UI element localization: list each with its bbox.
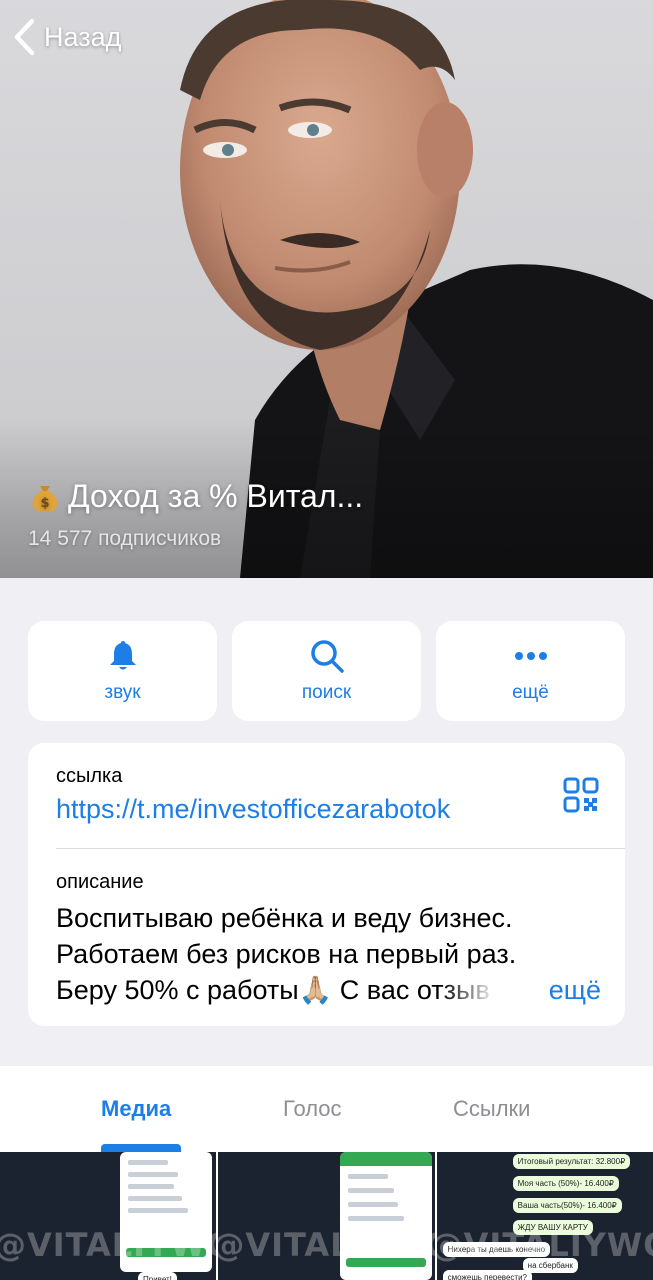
mute-button[interactable]: звук (28, 621, 217, 721)
chevron-left-icon (14, 18, 35, 56)
channel-title-text: Доход за % Витал... (68, 478, 364, 514)
more-button[interactable]: ещё (436, 621, 625, 721)
search-icon (310, 640, 344, 673)
money-bag-icon: $ (32, 485, 58, 512)
tab-voice[interactable]: Голос (283, 1096, 342, 1122)
media-thumbnail[interactable]: Итоговый результат: 32.800₽ Моя часть (5… (436, 1152, 653, 1280)
channel-info-card: ссылка https://t.me/investofficezaraboto… (28, 743, 625, 1026)
chat-bubble: Ваша часть(50%)- 16.400₽ (512, 1198, 622, 1213)
description-caption: описание (56, 871, 144, 893)
description-line: Работаем без рисков на первый раз. (56, 939, 517, 969)
chat-bubble: сможешь перевести? (442, 1270, 532, 1280)
media-grid: Привет! @VITALIYWORK @VITALIYWORK Итогов… (0, 1152, 653, 1280)
subscriber-count: 14 577 подписчиков (28, 527, 222, 550)
more-label: ещё (512, 682, 549, 703)
channel-link[interactable]: https://t.me/investofficezarabotok (56, 794, 450, 825)
back-label: Назад (44, 21, 122, 52)
tab-media[interactable]: Медиа (101, 1096, 171, 1122)
watermark: @VITALIYWORK (0, 1226, 216, 1264)
chat-bubble: Моя часть (50%)- 16.400₽ (512, 1176, 619, 1191)
action-buttons: звук поиск ещё (28, 621, 625, 721)
back-button[interactable]: Назад (12, 18, 121, 56)
description-fade: ещё (441, 972, 601, 1008)
description-line: Воспитываю ребёнка и веду бизнес. (56, 903, 513, 933)
description-text: Воспитываю ребёнка и веду бизнес. Работа… (56, 900, 601, 1008)
channel-title: $ Доход за % Витал... (28, 478, 363, 515)
media-tabs: Медиа Голос Ссылки (0, 1066, 653, 1152)
chat-bubble: Итоговый результат: 32.800₽ (512, 1154, 631, 1169)
tab-links[interactable]: Ссылки (453, 1096, 530, 1122)
channel-title-block: $ Доход за % Витал... 14 577 подписчиков (28, 478, 363, 551)
watermark: @VITALIYWORK (218, 1226, 434, 1264)
link-row: ссылка https://t.me/investofficezaraboto… (56, 765, 450, 825)
link-caption: ссылка (56, 765, 123, 787)
search-button[interactable]: поиск (232, 621, 421, 721)
description-row: описание Воспитываю ребёнка и веду бизне… (56, 871, 601, 1008)
search-label: поиск (301, 682, 352, 703)
media-thumbnail[interactable]: @VITALIYWORK (218, 1152, 435, 1280)
divider (56, 848, 625, 849)
channel-header-photo: Назад $ Доход за % Витал... 14 577 подпи… (0, 0, 653, 578)
watermark: @VITALIYWORK (436, 1226, 653, 1264)
mute-label: звук (104, 682, 141, 703)
description-more-link[interactable]: ещё (549, 975, 601, 1005)
chat-bubble: Привет! (138, 1272, 177, 1280)
svg-text:$: $ (40, 496, 49, 511)
bell-icon (109, 641, 136, 670)
more-dots-icon (514, 652, 547, 660)
qr-code-icon[interactable] (563, 777, 599, 813)
active-tab-indicator (101, 1144, 181, 1152)
media-thumbnail[interactable]: Привет! @VITALIYWORK (0, 1152, 217, 1280)
